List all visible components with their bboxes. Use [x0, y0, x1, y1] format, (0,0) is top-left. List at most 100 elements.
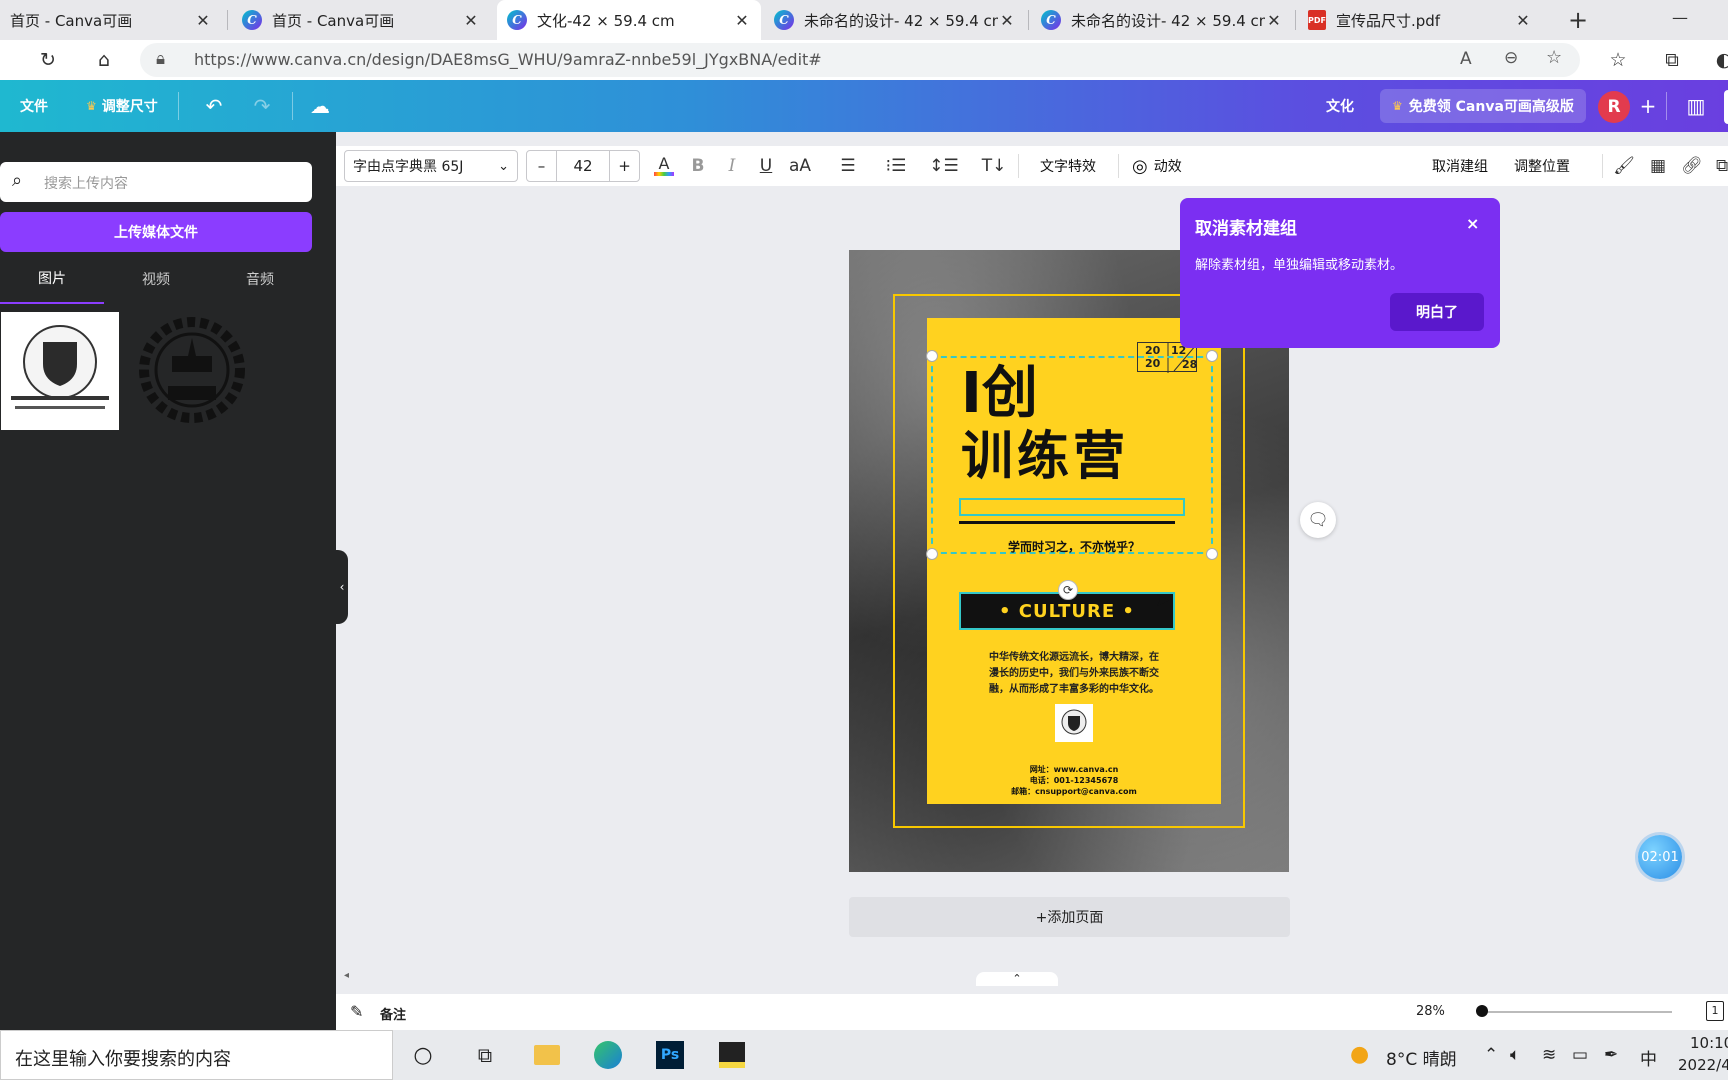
new-tab-button[interactable]: +: [1568, 6, 1588, 34]
tab-images[interactable]: 图片: [0, 254, 104, 304]
minimize-window-button[interactable]: —: [1672, 8, 1688, 27]
page-count[interactable]: 1: [1706, 1001, 1724, 1021]
close-tab-icon[interactable]: ✕: [733, 11, 751, 30]
volume-icon[interactable]: 🔈︎: [1510, 1045, 1520, 1065]
lock-icon[interactable]: 🔒︎: [156, 49, 165, 69]
browser-tab[interactable]: PDF 宣传品尺寸.pdf ✕: [1298, 0, 1542, 40]
comment-add-icon[interactable]: 🗨︎: [1300, 502, 1336, 538]
read-aloud-icon[interactable]: A: [1460, 49, 1472, 69]
upload-thumbnail-badge-logo[interactable]: [1, 312, 119, 430]
font-size-stepper[interactable]: – 42 +: [526, 150, 640, 182]
show-pages-toggle[interactable]: ⌃: [976, 972, 1058, 986]
selected-text-box[interactable]: [931, 356, 1213, 554]
resize-handle[interactable]: [926, 350, 938, 362]
design-title[interactable]: 文化: [1326, 80, 1354, 132]
wifi-icon[interactable]: ≋: [1542, 1045, 1556, 1065]
close-tab-icon[interactable]: ✕: [194, 11, 212, 30]
highlight-bar[interactable]: [959, 498, 1185, 516]
browser-tab[interactable]: C 首页 - Canva可画 ✕: [232, 0, 490, 40]
refresh-icon[interactable]: ↻: [36, 48, 60, 72]
share-button[interactable]: [1724, 90, 1728, 124]
font-family-select[interactable]: 字由点字典黑 65J ⌄: [344, 150, 518, 182]
zoom-slider-knob[interactable]: [1476, 1005, 1488, 1017]
notes-icon[interactable]: ✎: [350, 1002, 363, 1021]
add-page-button[interactable]: +添加页面: [849, 897, 1290, 937]
transparency-icon[interactable]: ▦: [1646, 154, 1670, 178]
resize-handle[interactable]: [1206, 350, 1218, 362]
home-icon[interactable]: ⌂: [92, 48, 116, 72]
clock-time[interactable]: 10:10: [1690, 1034, 1728, 1052]
animate-button[interactable]: ◎ 动效: [1132, 146, 1182, 186]
sticky-notes-icon[interactable]: [717, 1040, 747, 1070]
poster-logo[interactable]: [1055, 704, 1093, 742]
profile-icon[interactable]: ◐: [1712, 48, 1728, 72]
paint-format-icon[interactable]: 🖌︎: [1612, 154, 1636, 178]
ungroup-button[interactable]: 取消建组: [1432, 146, 1488, 186]
url-input[interactable]: 🔒︎ https://www.canva.cn/design/DAE8msG_W…: [140, 43, 1580, 77]
text-effects-button[interactable]: 文字特效: [1040, 146, 1096, 186]
scroll-left-icon[interactable]: ◂: [344, 970, 349, 981]
align-left-icon[interactable]: ☰: [836, 154, 860, 178]
favorites-icon[interactable]: ☆: [1606, 48, 1630, 72]
task-view-icon[interactable]: ⧉: [470, 1040, 500, 1070]
poster-subtitle[interactable]: 学而时习之，不亦悦乎？: [927, 538, 1221, 555]
input-method-indicator[interactable]: 中: [1640, 1045, 1657, 1070]
weather-text[interactable]: 8°C 晴朗: [1386, 1045, 1457, 1070]
horizontal-scrollbar[interactable]: ◂ ⌃: [336, 970, 1728, 986]
undo-icon[interactable]: ↶: [202, 94, 226, 118]
yellow-poster-panel[interactable]: 20 20 12 28 I创 训练营 学而时习之，不亦悦乎？ • CULTURE…: [926, 318, 1221, 804]
file-explorer-icon[interactable]: [532, 1040, 562, 1070]
upload-thumbnail-gear-emblem[interactable]: [132, 312, 250, 430]
browser-tab[interactable]: C 未命名的设计- 42 × 59.4 cm ✕: [764, 0, 1026, 40]
insights-chart-icon[interactable]: ▥: [1684, 94, 1708, 118]
browser-tab[interactable]: C 未命名的设计- 42 × 59.4 cm ✕: [1031, 0, 1293, 40]
battery-icon[interactable]: ▭: [1572, 1045, 1588, 1065]
notes-button[interactable]: 备注: [380, 1004, 406, 1023]
add-collaborator-icon[interactable]: +: [1636, 94, 1660, 118]
close-tab-icon[interactable]: ✕: [462, 11, 480, 30]
edge-browser-icon[interactable]: [593, 1040, 623, 1070]
pen-icon[interactable]: ✒: [1604, 1045, 1618, 1065]
position-button[interactable]: 调整位置: [1514, 146, 1570, 186]
zoom-out-icon[interactable]: ⊖: [1504, 48, 1518, 68]
font-size-value[interactable]: 42: [557, 151, 609, 181]
redo-icon[interactable]: ↷: [250, 94, 274, 118]
photoshop-icon[interactable]: Ps: [655, 1040, 685, 1070]
got-it-button[interactable]: 明白了: [1390, 293, 1484, 331]
tray-expand-icon[interactable]: ⌃: [1484, 1045, 1498, 1065]
letter-case-icon[interactable]: aA: [786, 154, 814, 178]
browser-tab[interactable]: 首页 - Canva可画 ✕: [0, 0, 222, 40]
text-orientation-icon[interactable]: T↓: [982, 154, 1007, 178]
underline-icon[interactable]: U: [754, 154, 778, 178]
more-icon[interactable]: ⧉: [1716, 154, 1728, 178]
upload-media-button[interactable]: 上传媒体文件: [0, 212, 312, 252]
tab-videos[interactable]: 视频: [104, 254, 208, 304]
close-tab-icon[interactable]: ✕: [1265, 11, 1283, 30]
cloud-save-icon[interactable]: ☁: [308, 94, 332, 118]
collapse-panel-handle[interactable]: ‹: [336, 550, 348, 624]
zoom-slider-track[interactable]: [1482, 1011, 1672, 1013]
add-favorite-icon[interactable]: ☆: [1546, 47, 1562, 68]
close-tab-icon[interactable]: ✕: [998, 11, 1016, 30]
link-icon[interactable]: 🔗︎: [1680, 154, 1704, 178]
increase-size-button[interactable]: +: [609, 151, 639, 181]
line-spacing-icon[interactable]: ↕☰: [929, 154, 958, 178]
collections-icon[interactable]: ⧉: [1660, 48, 1684, 72]
browser-tab-active[interactable]: C 文化-42 × 59.4 cm ✕: [497, 0, 761, 40]
zoom-level[interactable]: 28%: [1416, 1004, 1445, 1019]
rotate-icon[interactable]: ⟳: [1058, 580, 1078, 600]
tab-audio[interactable]: 音频: [208, 254, 312, 304]
file-menu-button[interactable]: 文件: [20, 80, 48, 132]
bullet-list-icon[interactable]: ⁝☰: [884, 154, 908, 178]
search-uploads-input[interactable]: ⌕ 搜索上传内容: [0, 162, 312, 202]
taskbar-search-input[interactable]: 在这里输入你要搜索的内容: [0, 1030, 393, 1080]
free-premium-button[interactable]: ♛ 免费领 Canva可画高级版: [1380, 89, 1586, 123]
close-icon[interactable]: ×: [1466, 214, 1479, 233]
avatar[interactable]: R: [1598, 91, 1630, 123]
cortana-icon[interactable]: ○: [408, 1040, 438, 1070]
italic-icon[interactable]: I: [720, 154, 744, 178]
close-tab-icon[interactable]: ✕: [1514, 11, 1532, 30]
resize-button[interactable]: ♛ 调整尺寸: [86, 80, 158, 132]
recording-timer[interactable]: 02:01: [1638, 835, 1682, 879]
bold-icon[interactable]: B: [686, 154, 710, 178]
